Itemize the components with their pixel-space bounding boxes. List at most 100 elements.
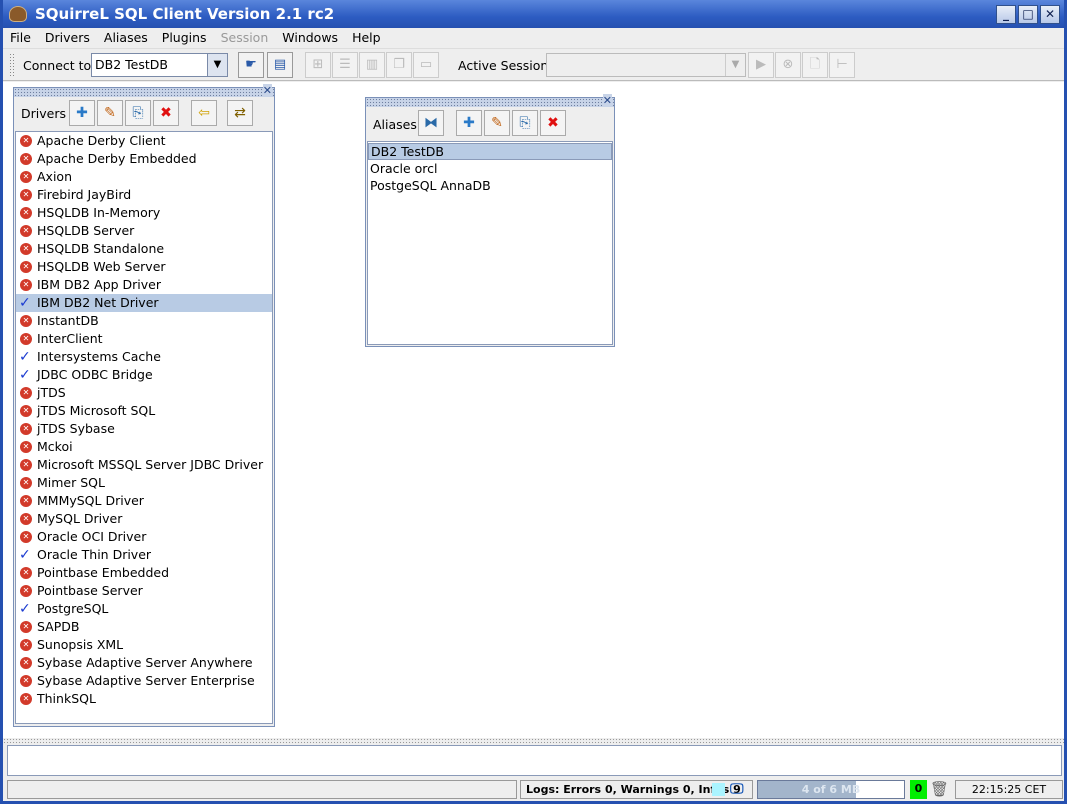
driver-name: Apache Derby Client	[37, 133, 166, 148]
error-icon: ✕	[20, 621, 32, 633]
aliases-window-titlebar[interactable]: ✕	[366, 94, 614, 107]
tile-vertical-button[interactable]: ▥	[359, 52, 385, 78]
alias-item[interactable]: Oracle orcl	[368, 160, 612, 177]
menu-aliases[interactable]: Aliases	[104, 28, 148, 47]
menu-file[interactable]: File	[10, 28, 31, 47]
tile-button[interactable]: ⊞	[305, 52, 331, 78]
error-icon: ✕	[20, 171, 32, 183]
pencil-icon: ✎	[104, 105, 116, 121]
edit-alias-button[interactable]: ✎	[484, 110, 510, 136]
driver-item[interactable]: ✓ Intersystems Cache	[16, 348, 272, 366]
close-icon[interactable]: ✕	[602, 94, 612, 107]
driver-item[interactable]: ✕ Sunopsis XML	[16, 636, 272, 654]
maximize-all-button[interactable]: ▭	[413, 52, 439, 78]
driver-item[interactable]: ✕ InstantDB	[16, 312, 272, 330]
title-bar[interactable]: SQuirreL SQL Client Version 2.1 rc2 _ □ …	[3, 0, 1064, 28]
driver-item[interactable]: ✕ HSQLDB Server	[16, 222, 272, 240]
split-pane-divider[interactable]	[3, 738, 1064, 744]
log-viewer-icon[interactable]: 🖵	[730, 781, 744, 798]
chevron-down-icon[interactable]: ▼	[725, 54, 745, 76]
driver-item[interactable]: ✕ MySQL Driver	[16, 510, 272, 528]
new-session-button[interactable]: ▤	[267, 52, 293, 78]
connect-alias-button[interactable]: ⧓	[418, 110, 444, 136]
logs-panel[interactable]: Logs: Errors 0, Warnings 0, Infos 9 🖵	[520, 780, 753, 799]
driver-item[interactable]: ✕ InterClient	[16, 330, 272, 348]
delete-alias-button[interactable]: ✖	[540, 110, 566, 136]
driver-item[interactable]: ✕ Pointbase Server	[16, 582, 272, 600]
error-icon: ✕	[20, 333, 32, 345]
close-session-button[interactable]: ⊗	[775, 52, 801, 78]
driver-item[interactable]: ✕ ThinkSQL	[16, 690, 272, 708]
driver-item[interactable]: ✕ Mimer SQL	[16, 474, 272, 492]
new-driver-button[interactable]: ✚	[69, 100, 95, 126]
driver-name: Apache Derby Embedded	[37, 151, 197, 166]
menu-drivers[interactable]: Drivers	[45, 28, 90, 47]
drivers-window: ✕ Drivers ✚ ✎ ⎘ ✖ ⇦ ⇄ ✕ Apache Derby Clie…	[13, 84, 275, 727]
menu-windows[interactable]: Windows	[282, 28, 338, 47]
driver-item[interactable]: ✕ Apache Derby Embedded	[16, 150, 272, 168]
active-session-label: Active Session:	[458, 58, 553, 73]
new-alias-button[interactable]: ✚	[456, 110, 482, 136]
driver-item[interactable]: ✕ Axion	[16, 168, 272, 186]
show-drivers-button[interactable]: ⇦	[191, 100, 217, 126]
driver-item[interactable]: ✕ Apache Derby Client	[16, 132, 272, 150]
maximize-button[interactable]: □	[1018, 5, 1038, 24]
driver-item[interactable]: ✓ JDBC ODBC Bridge	[16, 366, 272, 384]
cascade-button[interactable]: ❐	[386, 52, 412, 78]
alias-item[interactable]: DB2 TestDB	[368, 143, 612, 160]
close-circle-icon: ⊗	[782, 57, 794, 72]
driver-name: jTDS Sybase	[37, 421, 115, 436]
close-button[interactable]: ✕	[1040, 5, 1060, 24]
menu-session[interactable]: Session	[221, 28, 269, 47]
connect-to-combo[interactable]: DB2 TestDB ▼	[91, 53, 228, 77]
aliases-title: Aliases	[373, 117, 417, 132]
tile-horizontal-button[interactable]: ☰	[332, 52, 358, 78]
menu-plugins[interactable]: Plugins	[162, 28, 207, 47]
active-session-combo[interactable]: ▼	[546, 53, 746, 77]
driver-item[interactable]: ✕ Oracle OCI Driver	[16, 528, 272, 546]
copy-alias-button[interactable]: ⎘	[512, 110, 538, 136]
driver-item[interactable]: ✕ SAPDB	[16, 618, 272, 636]
driver-item[interactable]: ✕ HSQLDB In-Memory	[16, 204, 272, 222]
driver-item[interactable]: ✕ Mckoi	[16, 438, 272, 456]
driver-item[interactable]: ✕ MMMySQL Driver	[16, 492, 272, 510]
checkmark-icon: ✓	[19, 547, 31, 563]
driver-name: JDBC ODBC Bridge	[37, 367, 153, 382]
copy-icon: ⎘	[132, 105, 144, 121]
error-icon: ✕	[20, 279, 32, 291]
driver-item[interactable]: ✓ Oracle Thin Driver	[16, 546, 272, 564]
drivers-window-titlebar[interactable]: ✕	[14, 84, 274, 97]
driver-item[interactable]: ✕ Sybase Adaptive Server Anywhere	[16, 654, 272, 672]
object-tree-button[interactable]: ⊢	[829, 52, 855, 78]
minimize-button[interactable]: _	[996, 5, 1016, 24]
copy-driver-button[interactable]: ⎘	[125, 100, 151, 126]
connect-button[interactable]: ☛	[238, 52, 264, 78]
driver-item[interactable]: ✓ PostgreSQL	[16, 600, 272, 618]
new-sql-button[interactable]: 🗋	[802, 52, 828, 78]
driver-item[interactable]: ✕ jTDS	[16, 384, 272, 402]
delete-driver-button[interactable]: ✖	[153, 100, 179, 126]
driver-item[interactable]: ✓ IBM DB2 Net Driver	[16, 294, 272, 312]
driver-item[interactable]: ✕ Firebird JayBird	[16, 186, 272, 204]
alias-item[interactable]: PostgeSQL AnnaDB	[368, 177, 612, 194]
connect-to-value: DB2 TestDB	[95, 57, 168, 72]
edit-driver-button[interactable]: ✎	[97, 100, 123, 126]
driver-item[interactable]: ✕ Sybase Adaptive Server Enterprise	[16, 672, 272, 690]
driver-item[interactable]: ✕ jTDS Sybase	[16, 420, 272, 438]
close-icon[interactable]: ✕	[262, 84, 272, 97]
driver-item[interactable]: ✕ IBM DB2 App Driver	[16, 276, 272, 294]
driver-item[interactable]: ✕ Pointbase Embedded	[16, 564, 272, 582]
driver-item[interactable]: ✕ jTDS Microsoft SQL	[16, 402, 272, 420]
toolbar-grip[interactable]	[9, 53, 15, 77]
chevron-down-icon[interactable]: ▼	[207, 54, 227, 76]
install-drivers-button[interactable]: ⇄	[227, 100, 253, 126]
driver-item[interactable]: ✕ Microsoft MSSQL Server JDBC Driver	[16, 456, 272, 474]
garbage-collect-icon[interactable]: 🗑	[930, 780, 949, 798]
error-icon: ✕	[20, 477, 32, 489]
driver-name: InterClient	[37, 331, 103, 346]
driver-name: InstantDB	[37, 313, 99, 328]
driver-item[interactable]: ✕ HSQLDB Standalone	[16, 240, 272, 258]
driver-item[interactable]: ✕ HSQLDB Web Server	[16, 258, 272, 276]
run-button[interactable]: ▶	[748, 52, 774, 78]
menu-help[interactable]: Help	[352, 28, 381, 47]
